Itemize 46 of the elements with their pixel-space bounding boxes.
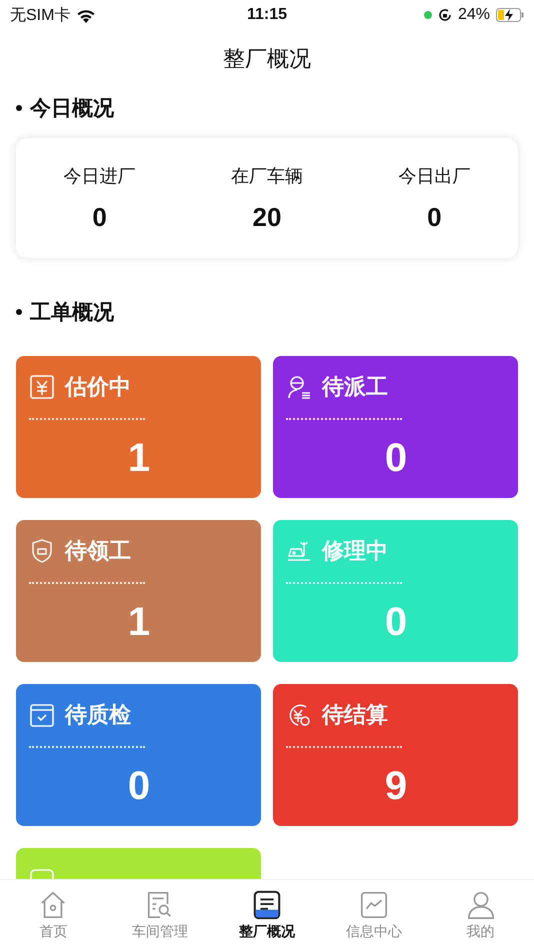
tab-button[interactable]: 整厂概况 — [214, 880, 320, 950]
card-count: 1 — [126, 436, 152, 481]
document-icon — [252, 890, 282, 920]
stat-value: 0 — [92, 202, 107, 232]
card-count: 9 — [384, 764, 408, 809]
card-label: 待领工 — [65, 537, 131, 565]
card-count: 1 — [126, 600, 152, 645]
status-card[interactable]: 估价中 1 — [16, 356, 261, 498]
status-card[interactable]: 待质检 0 — [16, 684, 261, 826]
section-heading: 今日概况 — [30, 96, 114, 122]
stat-label: 今日进厂 — [64, 164, 136, 188]
user-icon — [466, 890, 496, 920]
wifi-icon — [76, 8, 96, 22]
battery-percent: 24% — [458, 6, 490, 24]
card-count: 0 — [384, 600, 408, 645]
page-title: 整厂概况 — [222, 45, 312, 73]
card-label: 待质检 — [65, 701, 131, 729]
tab-button[interactable]: 信息中心 — [320, 880, 428, 950]
checklist-icon — [29, 702, 55, 728]
card-label: 修理中 — [322, 537, 388, 565]
card-label: 待结算 — [322, 701, 388, 729]
indicator-dot-icon — [424, 11, 432, 19]
card-count: 0 — [384, 436, 408, 481]
chart-icon — [358, 890, 389, 920]
section-heading: 工单概况 — [30, 300, 114, 326]
bullet-dot — [16, 309, 22, 315]
card-count: 0 — [126, 764, 152, 809]
stat-label: 今日出厂 — [398, 164, 470, 188]
card-label: 估价中 — [65, 373, 131, 401]
status-card[interactable]: 待领工 1 — [16, 520, 261, 662]
stat-label: 在厂车辆 — [230, 164, 303, 188]
status-card[interactable]: 待结算 9 — [273, 684, 518, 826]
clock-time: 11:15 — [246, 6, 288, 24]
carrier-label: 无SIM卡 — [10, 6, 70, 26]
worker-icon — [286, 374, 312, 400]
tab-button[interactable]: 车间管理 — [106, 880, 214, 950]
battery-charging-icon — [496, 8, 524, 22]
yuan-icon — [29, 374, 55, 400]
card-label: 待派工 — [322, 373, 388, 401]
bullet-dot — [16, 105, 22, 111]
stat-value: 0 — [427, 202, 442, 232]
tab-button[interactable]: 我的 — [427, 880, 534, 950]
status-card[interactable]: 待派工 0 — [273, 356, 518, 498]
rotation-lock-icon — [438, 8, 452, 22]
stat-value: 20 — [252, 202, 282, 232]
tab-button[interactable]: 首页 — [0, 880, 107, 950]
